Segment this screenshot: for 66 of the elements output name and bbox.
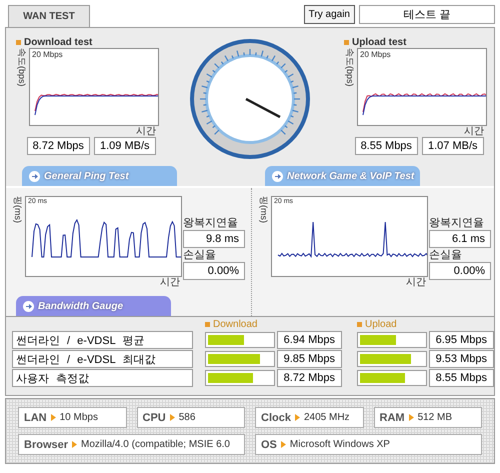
loss-value: 0.00% xyxy=(429,262,491,280)
arrow-icon xyxy=(272,170,283,182)
rate-value: 8.55 Mbps xyxy=(355,137,418,155)
axis-label: 시간 xyxy=(406,277,426,288)
arrow-icon xyxy=(408,414,414,421)
bandwidth-value: 6.94 Mbps xyxy=(277,331,342,349)
loss-label: 손실율 xyxy=(183,248,217,262)
axis-label: 핑(ms) xyxy=(258,196,269,225)
loss-label: 손실율 xyxy=(429,248,463,262)
info-value: Mozilla/4.0 (compatible; MSIE 6.0 xyxy=(81,439,230,450)
line-name: 썬더라인 / e-VDSL 최대값 xyxy=(12,350,193,368)
axis-label: 속도(bps) xyxy=(16,48,27,89)
bandwidth-value: 9.53 Mbps xyxy=(429,350,494,368)
bullet-icon xyxy=(344,40,349,44)
bullet-icon xyxy=(16,40,21,44)
info-value: 512 MB xyxy=(418,412,452,423)
try-again-button[interactable]: Try again xyxy=(304,5,355,24)
info-label: Browser xyxy=(24,438,68,450)
info-value: Microsoft Windows XP xyxy=(290,439,390,450)
axis-label: 시간 xyxy=(464,126,484,137)
info-value: 10 Mbps xyxy=(60,412,98,423)
axis-label: 시간 xyxy=(160,277,180,288)
bandwidth-value: 8.55 Mbps xyxy=(429,369,494,387)
scale-label: 20 Mbps xyxy=(360,50,391,59)
info-value: 586 xyxy=(178,412,196,423)
bandwidth-value: 6.95 Mbps xyxy=(429,331,494,349)
bullet-icon xyxy=(205,322,210,327)
bandwidth-value: 8.72 Mbps xyxy=(277,369,342,387)
column-header: Download xyxy=(213,319,258,330)
scale-label: 20 Mbps xyxy=(32,50,63,59)
wan-test-tab[interactable]: WAN TEST xyxy=(8,5,90,27)
info-label: LAN xyxy=(24,412,47,424)
info-label: CPU xyxy=(142,412,166,424)
section-tab[interactable]: Bandwidth Gauge xyxy=(16,296,171,316)
arrow-icon xyxy=(50,414,56,421)
rate-value: 8.72 Mbps xyxy=(27,137,90,155)
rate-value: 1.07 MB/s xyxy=(422,137,484,155)
axis-label: 속도(bps) xyxy=(344,48,355,89)
column-header: Upload xyxy=(365,319,397,330)
info-label: OS xyxy=(261,438,277,450)
arrow-icon xyxy=(294,414,300,421)
bullet-icon xyxy=(357,322,362,327)
info-value: 2405 MHz xyxy=(304,412,350,423)
arrow-icon xyxy=(72,441,78,448)
line-name: 썬더라인 / e-VDSL 평균 xyxy=(12,331,193,349)
latency-value: 6.1 ms xyxy=(429,230,491,248)
section-tab[interactable]: General Ping Test xyxy=(22,166,177,186)
latency-label: 왕복지연율 xyxy=(183,216,239,230)
info-label: Clock xyxy=(261,412,291,424)
loss-value: 0.00% xyxy=(183,262,245,280)
arrow-icon xyxy=(170,414,175,421)
chart-title: Upload test xyxy=(352,36,406,48)
section-tab[interactable]: Network Game & VoIP Test xyxy=(265,166,420,186)
chart-title: Download test xyxy=(24,36,92,48)
rate-value: 1.09 MB/s xyxy=(94,137,156,155)
arrow-icon xyxy=(280,441,286,448)
latency-value: 9.8 ms xyxy=(183,230,245,248)
bandwidth-value: 9.85 Mbps xyxy=(277,350,342,368)
line-name: 사용자 측정값 xyxy=(12,369,193,387)
info-label: RAM xyxy=(380,412,405,424)
axis-label: 핑(ms) xyxy=(12,196,23,225)
status-field: 테스트 끝 xyxy=(359,5,495,24)
arrow-icon xyxy=(23,300,34,312)
latency-label: 왕복지연율 xyxy=(429,216,485,230)
axis-label: 시간 xyxy=(136,126,156,137)
arrow-icon xyxy=(29,170,40,182)
